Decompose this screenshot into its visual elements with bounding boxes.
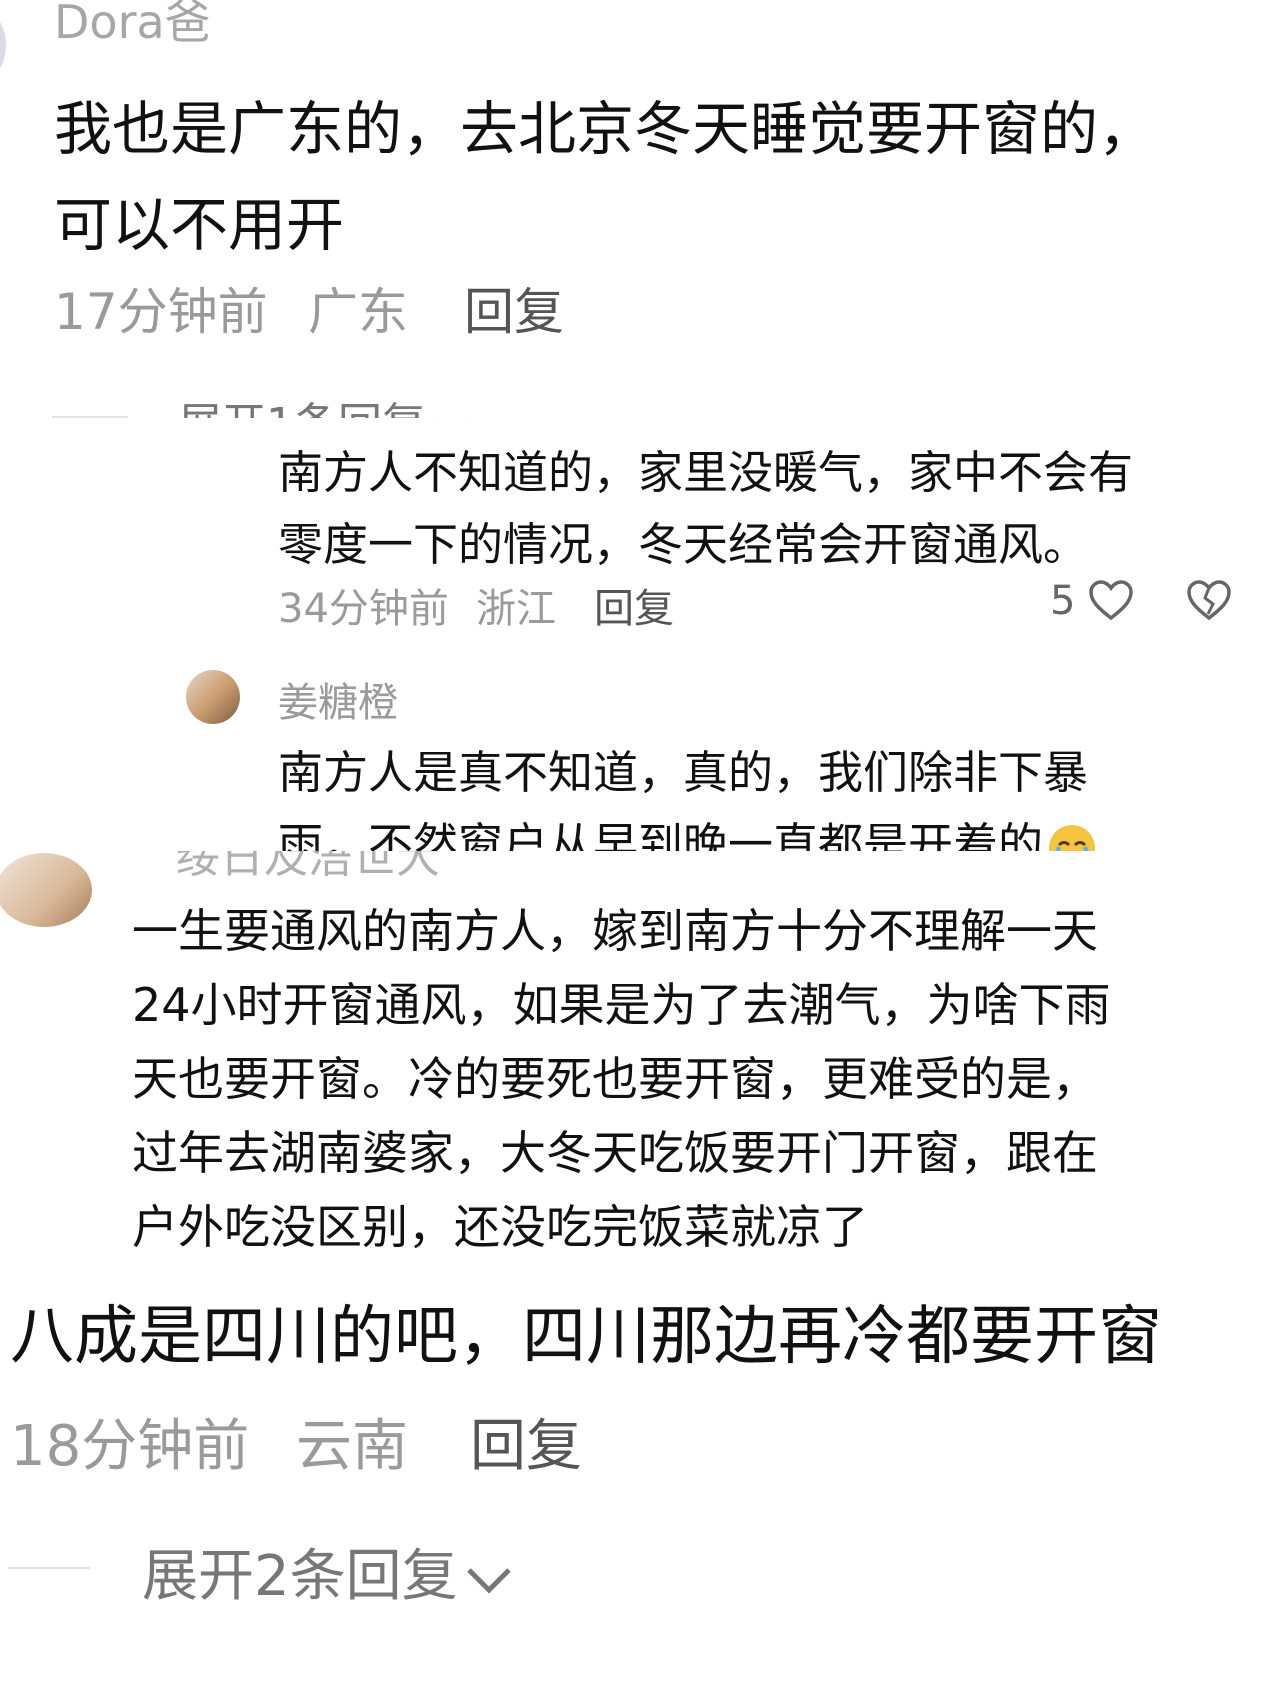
reply-thread: 南方人不知道的，家里没暖气，家中不会有 零度一下的情况，冬天经常会开窗通风。 3…: [0, 418, 1280, 851]
timestamp: 17分钟前: [54, 283, 268, 341]
crying-face-icon: [1047, 823, 1097, 851]
username[interactable]: 姜糖橙: [278, 670, 398, 728]
comment-text-line2: 可以不用开: [54, 191, 345, 259]
comment-text-line: 户外吃没区别，还没吃完饭菜就凉了: [132, 1200, 868, 1254]
reply-button[interactable]: 回复: [464, 272, 564, 344]
expand-replies-label: 展开2条回复: [142, 1544, 458, 1609]
location: 浙江: [476, 586, 556, 632]
heart-icon[interactable]: [1088, 580, 1134, 622]
reply-button[interactable]: 回复: [470, 1401, 582, 1482]
comment-text-line: 过年去湖南婆家，大冬天吃饭要开门开窗，跟在: [132, 1126, 1098, 1180]
divider: [8, 1567, 90, 1569]
reply-text-line2: 雨，不然窗户从早到晚一直都是开着的: [278, 808, 1097, 851]
expand-replies-label: 展开1条回复: [178, 399, 426, 418]
comment-block-top: Dora爸 我也是广东的，去北京冬天睡觉要开窗的， 可以不用开 17分钟前 广东…: [0, 0, 1280, 418]
avatar[interactable]: [0, 853, 92, 927]
dislike-heart-icon[interactable]: [1186, 580, 1232, 622]
reply-button[interactable]: 回复: [594, 576, 674, 634]
username[interactable]: 绥日及浯世大: [176, 851, 440, 885]
reply-text-line1: 南方人不知道的，家里没暖气，家中不会有: [278, 446, 1134, 499]
comment-text: 八成是四川的吧，四川那边再冷都要开窗: [10, 1300, 1162, 1374]
avatar[interactable]: [186, 670, 240, 724]
avatar[interactable]: [0, 0, 6, 90]
comment-block-bottom: 八成是四川的吧，四川那边再冷都要开窗 18分钟前 云南 回复 展开2条回复: [0, 1275, 1280, 1706]
chevron-down-icon: [464, 1565, 514, 1595]
comment-text-line: 24小时开窗通风，如果是为了去潮气，为啥下雨: [132, 978, 1111, 1032]
comment-text-line1: 我也是广东的，去北京冬天睡觉要开窗的，: [54, 95, 1157, 163]
location: 广东: [308, 283, 408, 341]
comment-text-line: 一生要通风的南方人，嫁到南方十分不理解一天: [132, 904, 1098, 958]
reply-text-line1: 南方人是真不知道，真的，我们除非下暴: [278, 746, 1089, 799]
timestamp: 34分钟前: [278, 586, 449, 632]
location: 云南: [296, 1414, 408, 1479]
timestamp: 18分钟前: [10, 1414, 250, 1479]
comment-text-line: 天也要开窗。冷的要死也要开窗，更难受的是，: [132, 1052, 1098, 1106]
expand-replies-button[interactable]: 展开1条回复: [178, 388, 472, 418]
reply-text-line2: 零度一下的情况，冬天经常会开窗通风。: [278, 518, 1089, 571]
reply-text-content: 雨，不然窗户从早到晚一直都是开着的: [278, 818, 1044, 851]
username[interactable]: Dora爸: [54, 0, 211, 52]
expand-replies-button[interactable]: 展开2条回复: [142, 1531, 514, 1612]
like-count: 5: [1050, 578, 1076, 624]
comment-block-long: 绥日及浯世大 一生要通风的南方人，嫁到南方十分不理解一天 24小时开窗通风，如果…: [0, 851, 1280, 1275]
